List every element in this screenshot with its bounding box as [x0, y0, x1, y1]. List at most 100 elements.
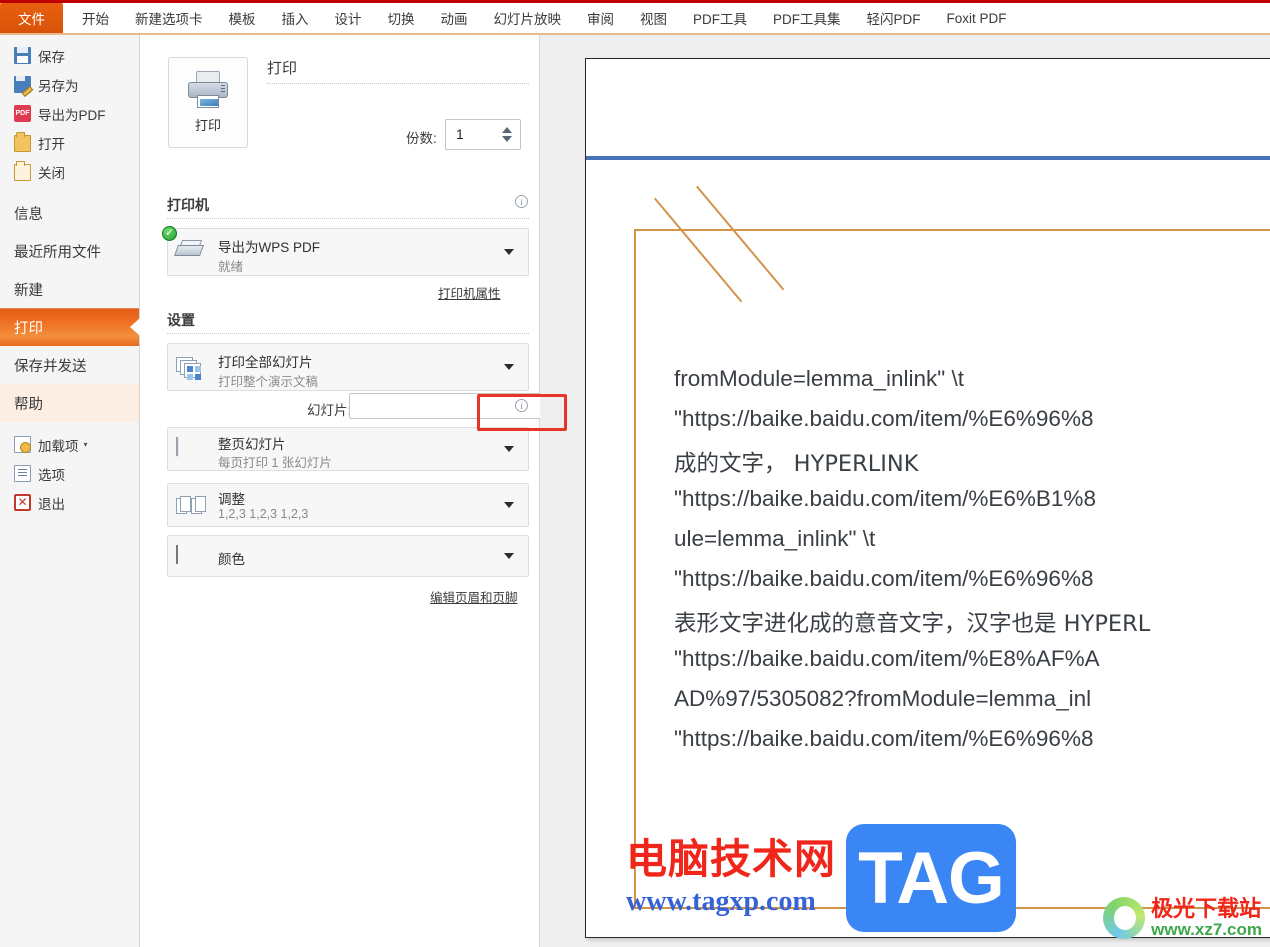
sidebar-item-save[interactable]: 保存: [0, 41, 139, 70]
tab-template[interactable]: 模板: [216, 3, 269, 33]
sidebar-item-close[interactable]: 关闭: [0, 157, 139, 186]
print-heading: 打印: [267, 60, 298, 77]
tab-qingshan-pdf[interactable]: 轻闪PDF: [854, 3, 934, 33]
sidebar-item-save-as[interactable]: 另存为: [0, 70, 139, 99]
tab-review[interactable]: 审阅: [574, 3, 627, 33]
printer-info-icon[interactable]: i: [515, 195, 528, 208]
sidebar-item-open[interactable]: 打开: [0, 128, 139, 157]
copies-increment-icon[interactable]: [502, 127, 512, 133]
tab-view[interactable]: 视图: [627, 3, 680, 33]
print-range-select[interactable]: 打印全部幻灯片 打印整个演示文稿: [167, 343, 529, 391]
chevron-down-icon[interactable]: [504, 364, 514, 370]
close-folder-icon: [14, 161, 31, 181]
tab-pdf-tools[interactable]: PDF工具: [680, 3, 760, 33]
doc-line: fromModule=lemma_inlink" \t: [674, 366, 964, 391]
tab-home[interactable]: 开始: [69, 3, 122, 33]
layout-subtitle: 每页打印 1 张幻灯片: [218, 456, 332, 470]
watermark-tagxp: 电脑技术网 www.tagxp.com TAG: [626, 824, 1016, 932]
chevron-down-icon[interactable]: [504, 502, 514, 508]
open-folder-icon: [14, 132, 31, 152]
printer-section-divider: [167, 218, 529, 219]
tab-home-label: 开始: [82, 12, 109, 27]
tab-insert[interactable]: 插入: [269, 3, 322, 33]
backstage-sidebar: 保存 另存为 PDF 导出为PDF 打开 关闭 信息 最近所用文件 新建 打印 …: [0, 35, 140, 947]
doc-line: "https://baike.baidu.com/item/%E6%B1%8: [674, 486, 1096, 511]
sidebar-item-info-label: 信息: [14, 206, 43, 223]
tab-slideshow-label: 幻灯片放映: [493, 12, 562, 27]
printer-select[interactable]: ✓ 导出为WPS PDF 就绪: [162, 226, 529, 276]
sidebar-item-save-as-label: 另存为: [38, 78, 79, 94]
chevron-down-icon[interactable]: [504, 249, 514, 255]
doc-line: 表形文字进化成的意音文字，汉字也是 HYPERL: [674, 611, 1151, 637]
chevron-down-icon[interactable]: ▾: [84, 440, 88, 449]
sidebar-item-help[interactable]: 帮助: [0, 384, 139, 422]
edit-header-footer-link[interactable]: 编辑页眉和页脚: [430, 587, 518, 606]
tab-slideshow[interactable]: 幻灯片放映: [481, 3, 575, 33]
tab-view-label: 视图: [640, 12, 667, 27]
print-button-label: 打印: [194, 118, 221, 133]
doc-line: "https://baike.baidu.com/item/%E6%96%8: [674, 726, 1094, 751]
tab-pdf-toolset[interactable]: PDF工具集: [760, 3, 854, 33]
options-icon: [14, 465, 31, 482]
sidebar-item-exit[interactable]: ✕ 退出: [0, 488, 139, 517]
tab-animations-label: 动画: [440, 12, 468, 27]
sidebar-item-info[interactable]: 信息: [0, 194, 139, 232]
sidebar-item-save-and-send-label: 保存并发送: [14, 358, 87, 375]
chevron-down-icon[interactable]: [504, 553, 514, 559]
sidebar-item-new-label: 新建: [14, 282, 43, 299]
printer-icon: [187, 71, 229, 109]
sidebar-item-print[interactable]: 打印: [0, 308, 139, 346]
floppy-disk-icon: [14, 47, 31, 64]
print-settings-panel: 打印 打印 份数: 打印机 i ✓ 导出为WPS PDF 就绪 打印机属性 设置…: [140, 35, 651, 947]
color-select[interactable]: 颜色: [167, 535, 529, 577]
sidebar-item-save-label: 保存: [38, 49, 65, 65]
single-slide-icon: [176, 437, 178, 456]
export-pdf-icon: PDF: [14, 105, 31, 122]
doc-line: "https://baike.baidu.com/item/%E6%96%8: [674, 566, 1094, 591]
chevron-down-icon[interactable]: [504, 446, 514, 452]
copies-decrement-icon[interactable]: [502, 136, 512, 142]
addins-icon: [14, 436, 31, 453]
doc-line: "https://baike.baidu.com/item/%E6%96%8: [674, 406, 1094, 431]
print-button[interactable]: 打印: [168, 57, 248, 148]
tab-file[interactable]: 文件: [0, 3, 63, 33]
tab-transitions-label: 切换: [387, 12, 415, 27]
print-heading-divider: [267, 83, 529, 84]
printer-section-title: 打印机: [167, 197, 209, 213]
copies-input[interactable]: [456, 126, 496, 142]
layout-title: 整页幻灯片: [218, 437, 286, 452]
sidebar-item-close-label: 关闭: [38, 165, 65, 181]
settings-section-title: 设置: [167, 312, 195, 328]
print-range-title: 打印全部幻灯片: [218, 355, 313, 370]
sidebar-item-recent-label: 最近所用文件: [14, 244, 101, 261]
tab-design[interactable]: 设计: [322, 3, 375, 33]
tab-template-label: 模板: [228, 12, 256, 27]
sidebar-item-export-pdf[interactable]: PDF 导出为PDF: [0, 99, 139, 128]
sidebar-item-options[interactable]: 选项: [0, 459, 139, 488]
doc-line: AD%97/5305082?fromModule=lemma_inl: [674, 686, 1092, 711]
sidebar-item-open-label: 打开: [38, 136, 65, 152]
copies-stepper[interactable]: [445, 119, 521, 150]
doc-line: ule=lemma_inlink" \t: [674, 526, 876, 551]
tab-foxit-pdf[interactable]: Foxit PDF: [934, 3, 1020, 33]
color-title: 颜色: [218, 552, 245, 567]
sidebar-item-addins[interactable]: 加载项 ▾: [0, 430, 139, 459]
slide-blue-rule: [586, 156, 1270, 160]
collate-title: 调整: [218, 492, 245, 507]
tab-transitions[interactable]: 切换: [375, 3, 428, 33]
tab-animations[interactable]: 动画: [428, 3, 481, 33]
tab-pdf-tools-label: PDF工具: [693, 12, 747, 27]
collate-select[interactable]: 调整 1,2,3 1,2,3 1,2,3: [167, 483, 529, 527]
print-preview-area: fromModule=lemma_inlink" \t "https://bai…: [540, 35, 1270, 947]
layout-select[interactable]: 整页幻灯片 每页打印 1 张幻灯片: [167, 427, 529, 471]
tab-new-tab-label: 新建选项卡: [135, 12, 203, 27]
sidebar-item-save-and-send[interactable]: 保存并发送: [0, 346, 139, 384]
tab-new-tab[interactable]: 新建选项卡: [122, 3, 216, 33]
tab-design-label: 设计: [334, 12, 362, 27]
printer-properties-link[interactable]: 打印机属性: [438, 283, 501, 302]
sidebar-item-new[interactable]: 新建: [0, 270, 139, 308]
sidebar-item-export-pdf-label: 导出为PDF: [38, 107, 106, 123]
xz7-url-text: www.xz7.com: [1151, 919, 1262, 939]
slides-info-icon[interactable]: i: [515, 399, 528, 412]
sidebar-item-recent[interactable]: 最近所用文件: [0, 232, 139, 270]
